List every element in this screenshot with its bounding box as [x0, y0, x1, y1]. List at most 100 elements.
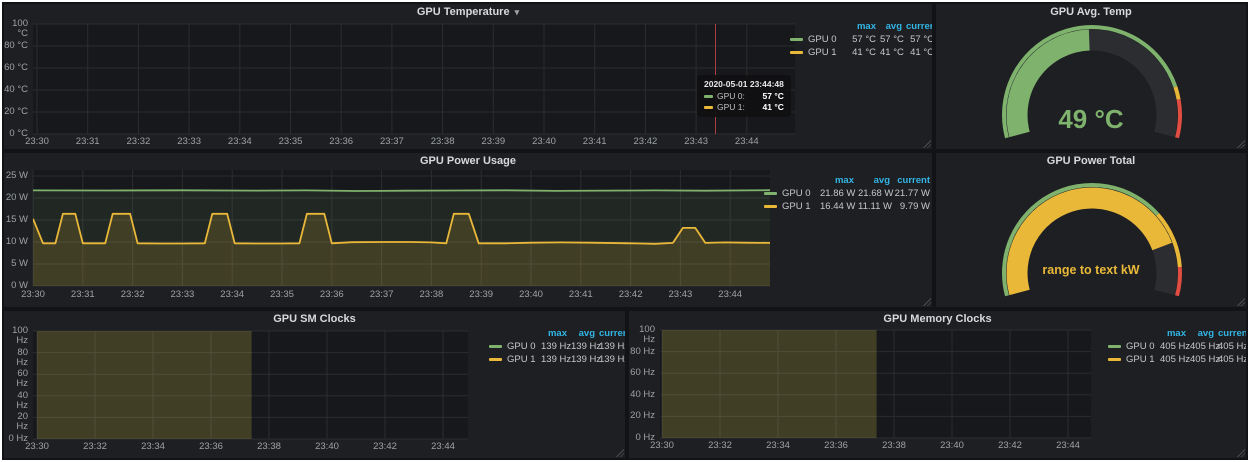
- x-axis-label: 23:32: [703, 441, 737, 451]
- x-axis-label: 23:32: [116, 290, 150, 300]
- gauge-gpu-power-total: [936, 153, 1246, 307]
- y-axis-label: 60 Hz: [629, 368, 655, 378]
- legend-stat-value: 21.86 W: [816, 188, 854, 199]
- legend-column-header[interactable]: max: [816, 175, 854, 186]
- x-axis-label: 23:38: [252, 442, 286, 452]
- legend-column-header[interactable]: max: [1156, 328, 1186, 339]
- panel-title-gpu-sm-clocks[interactable]: GPU SM Clocks: [4, 311, 625, 327]
- legend-column-header[interactable]: max: [846, 21, 876, 32]
- x-axis-label: 23:36: [315, 290, 349, 300]
- legend-series-name[interactable]: GPU 1: [764, 201, 816, 212]
- x-axis-label: 23:31: [71, 137, 105, 147]
- legend-series-row[interactable]: GPU 0139 Hz139 Hz139 Hz: [489, 340, 625, 353]
- tooltip-series-name: GPU 1:: [717, 102, 745, 112]
- panel-title-gpu-temperature[interactable]: GPU Temperature ▾: [4, 4, 932, 20]
- legend-series-name[interactable]: GPU 0: [489, 341, 537, 352]
- legend-column-header[interactable]: current: [902, 21, 932, 32]
- legend-series-color-icon: [1108, 358, 1121, 361]
- panel-resize-handle[interactable]: [1236, 139, 1245, 148]
- x-axis-label: 23:42: [368, 442, 402, 452]
- legend-column-header[interactable]: current: [890, 175, 930, 186]
- legend-column-header[interactable]: avg: [1186, 328, 1214, 339]
- legend-stat-value: 405 Hz: [1156, 354, 1186, 365]
- y-axis-label: 80 °C: [4, 41, 28, 51]
- legend-column-header[interactable]: avg: [876, 21, 902, 32]
- y-axis-label: 60 °C: [4, 63, 28, 73]
- legend-series-name[interactable]: GPU 0: [764, 188, 816, 199]
- panel-resize-handle[interactable]: [922, 139, 931, 148]
- legend-column-header[interactable]: current: [595, 328, 625, 339]
- panel-title-gpu-memory-clocks[interactable]: GPU Memory Clocks: [629, 311, 1246, 327]
- legend-series-color-icon: [764, 192, 777, 195]
- panel-resize-handle[interactable]: [1236, 297, 1245, 306]
- x-axis-label: 23:34: [223, 137, 257, 147]
- panel-resize-handle[interactable]: [922, 297, 931, 306]
- series-color-icon: [704, 95, 713, 98]
- legend-series-color-icon: [764, 205, 777, 208]
- panel-resize-handle[interactable]: [1236, 448, 1245, 457]
- x-axis-label: 23:44: [1051, 441, 1085, 451]
- x-axis-label: 23:44: [713, 290, 747, 300]
- x-axis-label: 23:34: [761, 441, 795, 451]
- panel-title-text: GPU Temperature: [417, 6, 510, 18]
- series-color-icon: [704, 106, 713, 109]
- legend-column-header[interactable]: avg: [567, 328, 595, 339]
- x-axis-label: 23:35: [274, 137, 308, 147]
- y-axis-label: 15 W: [4, 215, 28, 225]
- legend-column-header[interactable]: avg: [854, 175, 890, 186]
- gauge-canvas: [936, 153, 1246, 307]
- legend-series-row[interactable]: GPU 0405 Hz405 Hz405 Hz: [1108, 340, 1246, 353]
- y-axis-label: 80 Hz: [629, 347, 655, 357]
- panel-title-text: GPU SM Clocks: [273, 313, 356, 325]
- legend-stat-value: 11.11 W: [854, 201, 890, 212]
- legend-stat-value: 139 Hz: [595, 354, 625, 365]
- legend-column-header[interactable]: current: [1214, 328, 1246, 339]
- legend-series-row[interactable]: GPU 1405 Hz405 Hz405 Hz: [1108, 353, 1246, 366]
- tooltip-row: GPU 1: 41 °C: [704, 102, 784, 112]
- graph-gpu-sm-clocks: 100 Hz80 Hz60 Hz40 Hz20 Hz0 Hz23:3023:32…: [4, 311, 625, 458]
- x-axis-label: 23:32: [78, 442, 112, 452]
- legend-stat-value: 57 °C: [846, 34, 876, 45]
- legend-column-header[interactable]: max: [537, 328, 567, 339]
- series-line-gpu-0: [33, 190, 770, 191]
- legend-stat-value: 41 °C: [846, 47, 876, 58]
- legend-series-name[interactable]: GPU 0: [790, 34, 846, 45]
- panel-resize-handle[interactable]: [615, 448, 624, 457]
- x-axis-label: 23:37: [365, 290, 399, 300]
- x-axis-label: 23:40: [310, 442, 344, 452]
- legend-series-name[interactable]: GPU 1: [489, 354, 537, 365]
- legend-series-row[interactable]: GPU 1139 Hz139 Hz139 Hz: [489, 353, 625, 366]
- legend-series-color-icon: [790, 51, 803, 54]
- legend-series-row[interactable]: GPU 021.86 W21.68 W21.77 W: [764, 187, 930, 200]
- panel-title-text: GPU Power Usage: [420, 155, 516, 167]
- y-axis-label: 20 Hz: [629, 411, 655, 421]
- legend-stat-value: 57 °C: [902, 34, 932, 45]
- x-axis-label: 23:34: [136, 442, 170, 452]
- legend-series-color-icon: [489, 345, 502, 348]
- y-axis-label: 25 W: [4, 171, 28, 181]
- series-area-gpu-1: [662, 311, 877, 438]
- legend-series-color-icon: [790, 38, 803, 41]
- legend-stat-value: 21.68 W: [854, 188, 890, 199]
- legend-series-row[interactable]: GPU 116.44 W11.11 W9.79 W: [764, 200, 930, 213]
- legend-series-name[interactable]: GPU 1: [790, 47, 846, 58]
- y-axis-label: 20 W: [4, 193, 28, 203]
- tooltip-row: GPU 0: 57 °C: [704, 91, 784, 101]
- x-axis-label: 23:41: [564, 290, 598, 300]
- panel-title-gpu-avg-temp[interactable]: GPU Avg. Temp: [936, 4, 1246, 20]
- panel-gpu-power-total: GPU Power Total range to text kW: [936, 153, 1246, 307]
- legend-series-row[interactable]: GPU 057 °C57 °C57 °C: [790, 33, 932, 46]
- x-axis-label: 23:30: [20, 137, 54, 147]
- legend-series-row[interactable]: GPU 141 °C41 °C41 °C: [790, 46, 932, 59]
- y-axis-label: 20 Hz: [4, 412, 28, 432]
- graph-gpu-temperature: 100 °C80 °C60 °C40 °C20 °C0 °C23:3023:31…: [4, 4, 932, 149]
- panel-title-gpu-power-total[interactable]: GPU Power Total: [936, 153, 1246, 169]
- legend-header-row: maxavgcurrent: [764, 174, 930, 187]
- legend-series-name[interactable]: GPU 0: [1108, 341, 1156, 352]
- panel-title-gpu-power-usage[interactable]: GPU Power Usage: [4, 153, 932, 169]
- panel-gpu-memory-clocks: GPU Memory Clocks 100 Hz80 Hz60 Hz40 Hz2…: [629, 311, 1246, 458]
- gauge-threshold-arc: [1175, 87, 1178, 99]
- x-axis-label: 23:42: [628, 137, 662, 147]
- y-axis-label: 10 W: [4, 237, 28, 247]
- legend-series-name[interactable]: GPU 1: [1108, 354, 1156, 365]
